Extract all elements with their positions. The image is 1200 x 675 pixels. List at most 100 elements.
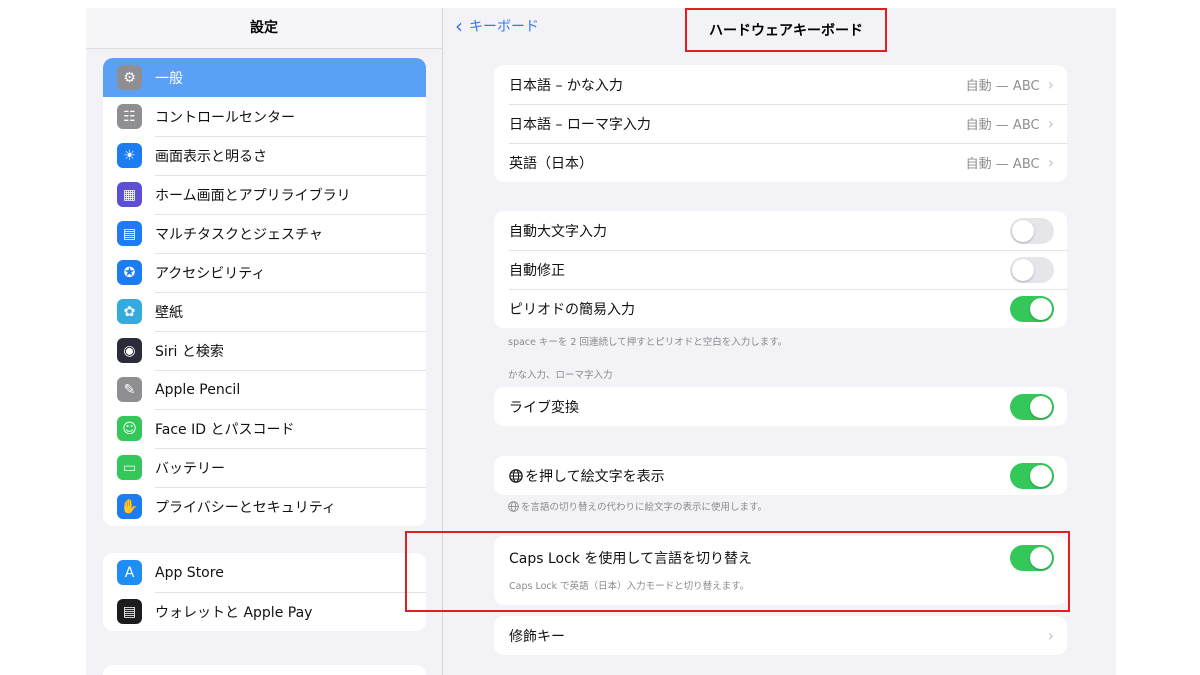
language-row-kana[interactable]: 日本語 – かな入力 自動 — ABC › (494, 65, 1067, 104)
option-label: 自動大文字入力 (509, 223, 607, 240)
sidebar-item-label: マルチタスクとジェスチャ (155, 226, 323, 243)
back-label: キーボード (469, 19, 539, 35)
accessibility-icon: ✪ (117, 260, 142, 285)
live-conversion-toggle[interactable] (1010, 393, 1054, 420)
back-button[interactable]: ‹ キーボード (455, 16, 539, 36)
sidebar-item-label: Apple Pencil (155, 381, 241, 398)
language-label: 日本語 – ローマ字入力 (509, 116, 651, 133)
globe-icon (508, 501, 519, 512)
toggle-knob (1012, 219, 1034, 242)
emoji-footnote: を言語の切り替えの代わりに絵文字の表示に使用します。 (508, 499, 767, 513)
auto-correction-toggle[interactable] (1010, 256, 1054, 283)
language-list: 日本語 – かな入力 自動 — ABC › 日本語 – ローマ字入力 自動 — … (494, 65, 1067, 182)
option-label: 修飾キー (509, 628, 565, 645)
caps-lock-footnote: Caps Lock で英語（日本）入力モードと切り替えます。 (509, 581, 750, 592)
battery-icon: ▭ (117, 455, 142, 480)
sidebar-item[interactable]: ✎ Apple Pencil (103, 370, 426, 409)
multitask-icon: ▤ (117, 221, 142, 246)
kana-section-header: かな入力、ローマ字入力 (508, 370, 613, 381)
app-grid-icon: ▦ (117, 182, 142, 207)
sidebar-item[interactable]: ▦ ホーム画面とアプリライブラリ (103, 175, 426, 214)
sidebar-title: 設定 (86, 8, 442, 49)
live-conversion-card: ライブ変換 (494, 387, 1067, 426)
chevron-right-icon: › (1047, 114, 1054, 133)
sidebar-item[interactable]: ⚙ 一般 (103, 58, 426, 97)
sidebar-item-label: 画面表示と明るさ (155, 148, 267, 165)
language-row-romaji[interactable]: 日本語 – ローマ字入力 自動 — ABC › (494, 104, 1067, 143)
sidebar-group-main: ⚙ 一般 ☷ コントロールセンター ☀ 画面表示と明るさ ▦ ホーム画面とアプリライブラリ ▤ マ… (103, 58, 426, 526)
option-label: 自動修正 (509, 262, 565, 279)
gear-icon: ⚙ (117, 65, 142, 90)
sidebar-item[interactable]: ✋ プライバシーとセキュリティ (103, 487, 426, 526)
period-shortcut-toggle[interactable] (1010, 295, 1054, 322)
sidebar-item-label: App Store (155, 564, 224, 581)
option-label: ピリオドの簡易入力 (509, 301, 635, 318)
flower-icon: ✿ (117, 299, 142, 324)
sidebar-item-label: バッテリー (155, 460, 225, 477)
emoji-toggle[interactable] (1010, 462, 1054, 489)
chevron-left-icon: ‹ (455, 14, 463, 38)
option-label: ライブ変換 (509, 399, 579, 416)
wallet-icon: ▤ (117, 599, 142, 624)
auto-capitalization-row: 自動大文字入力 (494, 211, 1067, 250)
hand-icon: ✋ (117, 494, 142, 519)
toggle-knob (1012, 258, 1034, 281)
modifier-keys-row[interactable]: 修飾キー › (494, 616, 1067, 655)
option-label: を押して絵文字を表示 (525, 468, 665, 485)
sidebar-item-label: ウォレットと Apple Pay (155, 604, 313, 621)
option-label-wrap: を押して絵文字を表示 (509, 466, 1010, 486)
sidebar-item-label: Face ID とパスコード (155, 421, 295, 438)
option-label: Caps Lock を使用して言語を切り替え (509, 551, 752, 567)
sidebar-item[interactable]: ✿ 壁紙 (103, 292, 426, 331)
siri-icon: ◉ (117, 338, 142, 363)
sidebar-item[interactable]: ☷ コントロールセンター (103, 97, 426, 136)
sidebar-item[interactable]: ☺ Face ID とパスコード (103, 409, 426, 448)
chevron-right-icon: › (1047, 75, 1054, 94)
chevron-right-icon: › (1047, 153, 1054, 172)
auto-capitalization-toggle[interactable] (1010, 217, 1054, 244)
caps-lock-row: Caps Lock を使用して言語を切り替え (494, 536, 1067, 580)
caps-lock-card: Caps Lock を使用して言語を切り替え Caps Lock で英語（日本）… (494, 536, 1067, 605)
settings-sidebar: 設定 ⚙ 一般 ☷ コントロールセンター ☀ 画面表示と明るさ ▦ ホーム画面とアプリライブラ… (86, 8, 443, 675)
sun-icon: ☀ (117, 143, 142, 168)
sidebar-item[interactable]: ✪ アクセシビリティ (103, 253, 426, 292)
sidebar-item-label: ホーム画面とアプリライブラリ (155, 187, 351, 204)
language-value: 自動 — ABC (965, 157, 1040, 172)
language-label: 英語（日本） (509, 155, 593, 172)
language-value: 自動 — ABC (965, 79, 1040, 94)
page-title: ハードウェアキーボード (685, 8, 887, 52)
detail-pane: ‹ キーボード ハードウェアキーボード 日本語 – かな入力 自動 — ABC … (443, 8, 1116, 675)
sidebar-item[interactable]: ◉ Siri と検索 (103, 331, 426, 370)
sidebar-item-label: Siri と検索 (155, 343, 224, 360)
ipad-screen: 設定 ⚙ 一般 ☷ コントロールセンター ☀ 画面表示と明るさ ▦ ホーム画面とアプリライブラ… (86, 8, 1116, 675)
emoji-card: を押して絵文字を表示 (494, 456, 1067, 495)
chevron-right-icon: › (1047, 626, 1054, 645)
sidebar-item[interactable]: ▭ バッテリー (103, 448, 426, 487)
app-store-icon: A (117, 560, 142, 585)
sidebar-item[interactable]: ▤ マルチタスクとジェスチャ (103, 214, 426, 253)
sidebar-item[interactable]: ▤ ウォレットと Apple Pay (103, 592, 426, 631)
language-value: 自動 — ABC (965, 118, 1040, 133)
pencil-icon: ✎ (117, 377, 142, 402)
general-options: 自動大文字入力 自動修正 ピリオドの簡易入力 (494, 211, 1067, 328)
sidebar-item[interactable]: ☀ 画面表示と明るさ (103, 136, 426, 175)
toggle-knob (1030, 395, 1052, 418)
sidebar-group-partial (103, 665, 426, 675)
live-conversion-row: ライブ変換 (494, 387, 1067, 426)
sidebar-item-label: プライバシーとセキュリティ (155, 499, 336, 516)
navigation-bar: ‹ キーボード ハードウェアキーボード (443, 8, 1116, 52)
sidebar-item[interactable]: A App Store (103, 553, 426, 592)
sidebar-item-label: 一般 (155, 70, 183, 87)
language-row-english[interactable]: 英語（日本） 自動 — ABC › (494, 143, 1067, 182)
language-label: 日本語 – かな入力 (509, 77, 623, 94)
toggle-knob (1030, 547, 1052, 569)
emoji-footnote-text: を言語の切り替えの代わりに絵文字の表示に使用します。 (521, 502, 768, 513)
toggle-knob (1030, 464, 1052, 487)
face-id-icon: ☺ (117, 416, 142, 441)
toggle-knob (1030, 297, 1052, 320)
sidebar-item-label: アクセシビリティ (155, 265, 266, 282)
sidebar-group-store: A App Store ▤ ウォレットと Apple Pay (103, 553, 426, 631)
sidebar-item-label: コントロールセンター (155, 109, 295, 126)
toggles-icon: ☷ (117, 104, 142, 129)
caps-lock-toggle[interactable] (1010, 545, 1054, 571)
